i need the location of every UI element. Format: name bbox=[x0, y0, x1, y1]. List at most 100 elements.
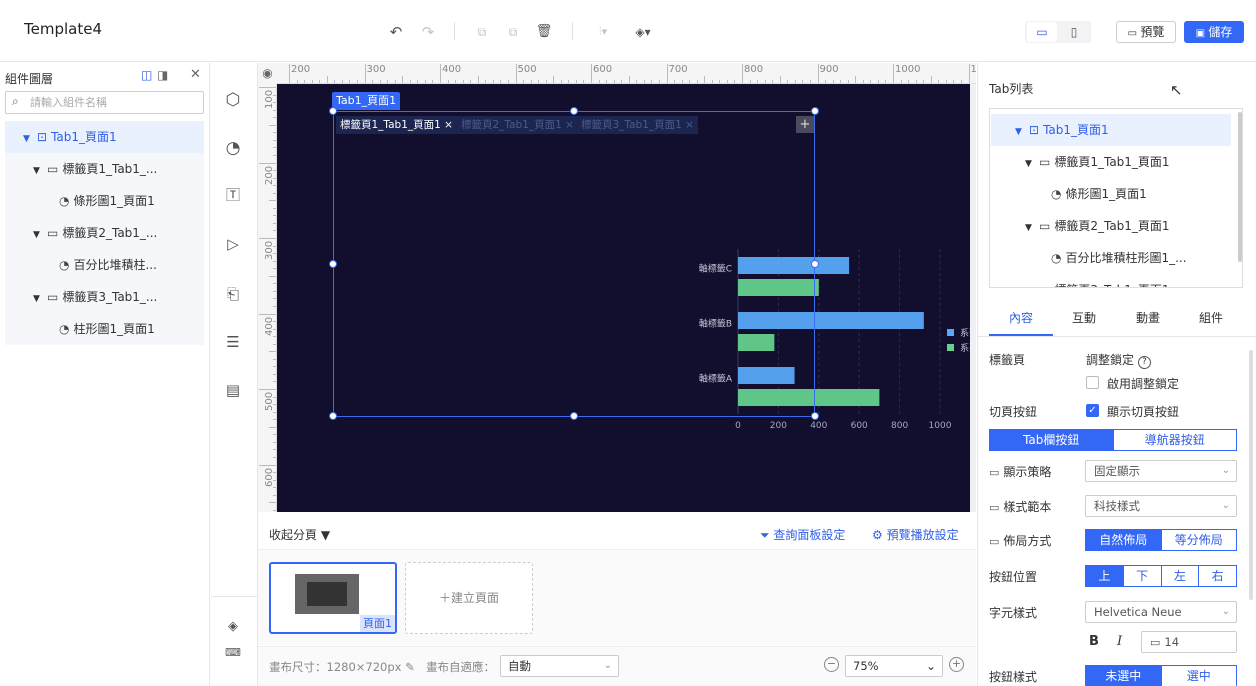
pie-chart-icon[interactable]: ◔ bbox=[221, 136, 245, 160]
video-icon[interactable]: ▷ bbox=[221, 232, 245, 256]
close-icon[interactable]: × bbox=[685, 119, 694, 131]
position-bottom-option[interactable]: 下 bbox=[1124, 566, 1162, 586]
collapse-pages-button[interactable]: 收起分頁 ▼ bbox=[269, 526, 330, 543]
zoom-in-button[interactable]: + bbox=[949, 657, 964, 672]
caret-down-icon[interactable]: ▼ bbox=[23, 123, 35, 153]
equal-layout-option[interactable]: 等分佈局 bbox=[1162, 530, 1237, 550]
layer-tree-item[interactable]: ◔ 條形圖1_頁面1 bbox=[5, 185, 204, 217]
desktop-icon[interactable]: ▭ bbox=[1027, 22, 1057, 42]
layer-tree-item[interactable]: ◔ 百分比堆積柱... bbox=[5, 249, 204, 281]
archive-icon[interactable]: ▤ bbox=[221, 378, 245, 402]
tab-list-item[interactable]: ▼ ▭ 標籤頁1_Tab1_頁面1 bbox=[991, 146, 1231, 178]
layer-search[interactable]: ⌕ bbox=[5, 91, 204, 114]
caret-down-icon[interactable]: ▼ bbox=[33, 219, 45, 249]
close-icon[interactable]: × bbox=[444, 119, 453, 131]
position-top-option[interactable]: 上 bbox=[1086, 566, 1124, 586]
caret-down-icon[interactable]: ▼ bbox=[33, 155, 45, 185]
query-settings-link[interactable]: ⏷ 查詢面板設定 bbox=[760, 526, 845, 543]
resize-handle[interactable] bbox=[329, 260, 337, 268]
tab-interaction[interactable]: 互動 bbox=[1072, 309, 1096, 326]
tree-scrollbar[interactable] bbox=[1238, 112, 1242, 262]
tab-content[interactable]: 內容 bbox=[1009, 309, 1033, 326]
caret-down-icon[interactable]: ▼ bbox=[1015, 116, 1027, 146]
zoom-out-button[interactable]: − bbox=[824, 657, 839, 672]
unselected-state-option[interactable]: 未選中 bbox=[1086, 666, 1162, 686]
close-icon[interactable]: ✕ bbox=[190, 67, 201, 82]
search-input[interactable] bbox=[30, 94, 200, 111]
tabs-divider bbox=[977, 336, 1256, 337]
resize-handle[interactable] bbox=[811, 107, 819, 115]
font-family-select[interactable]: Helvetica Neue ⌄ bbox=[1085, 601, 1237, 623]
italic-button[interactable]: I bbox=[1117, 634, 1122, 649]
inbox-icon[interactable]: ⎗ bbox=[221, 282, 245, 306]
layer-tree-item[interactable]: ◔ 柱形圖1_頁面1 bbox=[5, 313, 204, 345]
layer-tree-item[interactable]: ▼ ▭ 標籤頁3_Tab1_... bbox=[5, 281, 204, 313]
table-icon[interactable]: ☰ bbox=[221, 330, 245, 354]
position-left-option[interactable]: 左 bbox=[1162, 566, 1200, 586]
align-icon[interactable]: ⫶▾ bbox=[590, 22, 616, 42]
resize-handle[interactable] bbox=[329, 412, 337, 420]
tab-animation[interactable]: 動畫 bbox=[1136, 309, 1160, 326]
edit-icon[interactable]: ✎ bbox=[405, 660, 415, 674]
style-template-select[interactable]: 科技樣式 ⌄ bbox=[1085, 495, 1237, 517]
resize-handle[interactable] bbox=[811, 260, 819, 268]
resize-handle[interactable] bbox=[329, 107, 337, 115]
page-label: 頁面1 bbox=[360, 615, 395, 632]
caret-down-icon[interactable]: ▼ bbox=[1025, 148, 1037, 178]
close-icon[interactable]: × bbox=[565, 119, 574, 131]
preview-button[interactable]: ▭ 預覽 bbox=[1116, 21, 1176, 43]
tab-bar-button-option[interactable]: Tab欄按鈕 bbox=[990, 430, 1114, 450]
panel-layout-icon[interactable]: ◫ bbox=[141, 68, 152, 82]
font-size-input[interactable]: ▭ 14 bbox=[1141, 631, 1237, 653]
bold-button[interactable]: B bbox=[1089, 634, 1099, 649]
layer-tree-item[interactable]: ▼ ▭ 標籤頁2_Tab1_... bbox=[5, 217, 204, 249]
trash-icon[interactable]: 🗑 bbox=[534, 22, 554, 42]
resize-handle[interactable] bbox=[570, 412, 578, 420]
display-strategy-select[interactable]: 固定顯示 ⌄ bbox=[1085, 460, 1237, 482]
position-right-option[interactable]: 右 bbox=[1199, 566, 1236, 586]
save-button[interactable]: ▣ 儲存 bbox=[1184, 21, 1244, 43]
layers-icon[interactable]: ◈ bbox=[221, 615, 245, 639]
navigator-button-option[interactable]: 導航器按鈕 bbox=[1114, 430, 1237, 450]
tab-list-item[interactable]: ◔ 百分比堆積柱形圖1_... bbox=[991, 242, 1231, 274]
caret-down-icon[interactable]: ▼ bbox=[1025, 212, 1037, 242]
natural-layout-option[interactable]: 自然佈局 bbox=[1086, 530, 1162, 550]
keyboard-icon[interactable]: ⌨ bbox=[221, 641, 245, 665]
eye-icon[interactable]: ◉ bbox=[258, 63, 277, 84]
play-settings-link[interactable]: ⚙ 預覽播放設定 bbox=[872, 526, 959, 543]
tab-button-3[interactable]: 標籤頁3_Tab1_頁面1 × bbox=[577, 116, 698, 134]
zoom-select[interactable]: 75% ⌄ bbox=[845, 655, 943, 677]
tab-button-2[interactable]: 標籤頁2_Tab1_頁面1 × bbox=[457, 116, 578, 134]
add-tab-button[interactable]: + bbox=[796, 116, 814, 133]
layers-icon[interactable]: ◈▾ bbox=[630, 22, 656, 42]
panel-split-icon[interactable]: ◨ bbox=[157, 68, 168, 82]
layer-tree-item[interactable]: ▼ ▭ 標籤頁1_Tab1_... bbox=[5, 153, 204, 185]
caret-down-icon[interactable]: ▼ bbox=[1025, 276, 1037, 287]
layer-tree-item[interactable]: ▼ ⊡ Tab1_頁面1 bbox=[5, 121, 204, 153]
undo-icon[interactable]: ↶ bbox=[386, 22, 406, 42]
resize-handle[interactable] bbox=[570, 107, 578, 115]
paste-icon[interactable]: ⧉ bbox=[503, 22, 523, 42]
selection-box[interactable] bbox=[333, 111, 815, 417]
new-page-button[interactable]: ＋建立頁面 bbox=[405, 562, 533, 634]
selected-state-option[interactable]: 選中 bbox=[1162, 666, 1237, 686]
tab-component[interactable]: 組件 bbox=[1199, 309, 1223, 326]
redo-icon[interactable]: ↷ bbox=[418, 22, 438, 42]
page-thumbnail[interactable]: 頁面1 bbox=[269, 562, 397, 634]
tab-list-item[interactable]: ▼ ▭ 標籤頁2_Tab1_頁面1 bbox=[991, 210, 1231, 242]
copy-icon[interactable]: ⧉ bbox=[472, 22, 492, 42]
enable-lock-checkbox[interactable] bbox=[1086, 376, 1099, 389]
panel-scrollbar[interactable] bbox=[1249, 350, 1253, 600]
resize-handle[interactable] bbox=[811, 412, 819, 420]
tab-list-item[interactable]: ▼ ⊡ Tab1_頁面1 bbox=[991, 114, 1231, 146]
mobile-icon[interactable]: ▯ bbox=[1059, 22, 1089, 42]
show-switch-checkbox[interactable]: ✓ bbox=[1086, 404, 1099, 417]
tab-button-1[interactable]: 標籤頁1_Tab1_頁面1 × bbox=[336, 116, 457, 134]
tab-list-item[interactable]: ◔ 條形圖1_頁面1 bbox=[991, 178, 1231, 210]
fit-select[interactable]: 自動 ⌄ bbox=[500, 655, 619, 677]
caret-down-icon[interactable]: ▼ bbox=[33, 283, 45, 313]
help-icon[interactable]: ? bbox=[1137, 356, 1151, 369]
tab-list-item[interactable]: ▼▭標籤頁3_Tab1_頁面1 bbox=[991, 274, 1231, 287]
cube-icon[interactable]: ⬡ bbox=[221, 88, 245, 112]
text-icon[interactable]: 🅃 bbox=[221, 184, 245, 208]
